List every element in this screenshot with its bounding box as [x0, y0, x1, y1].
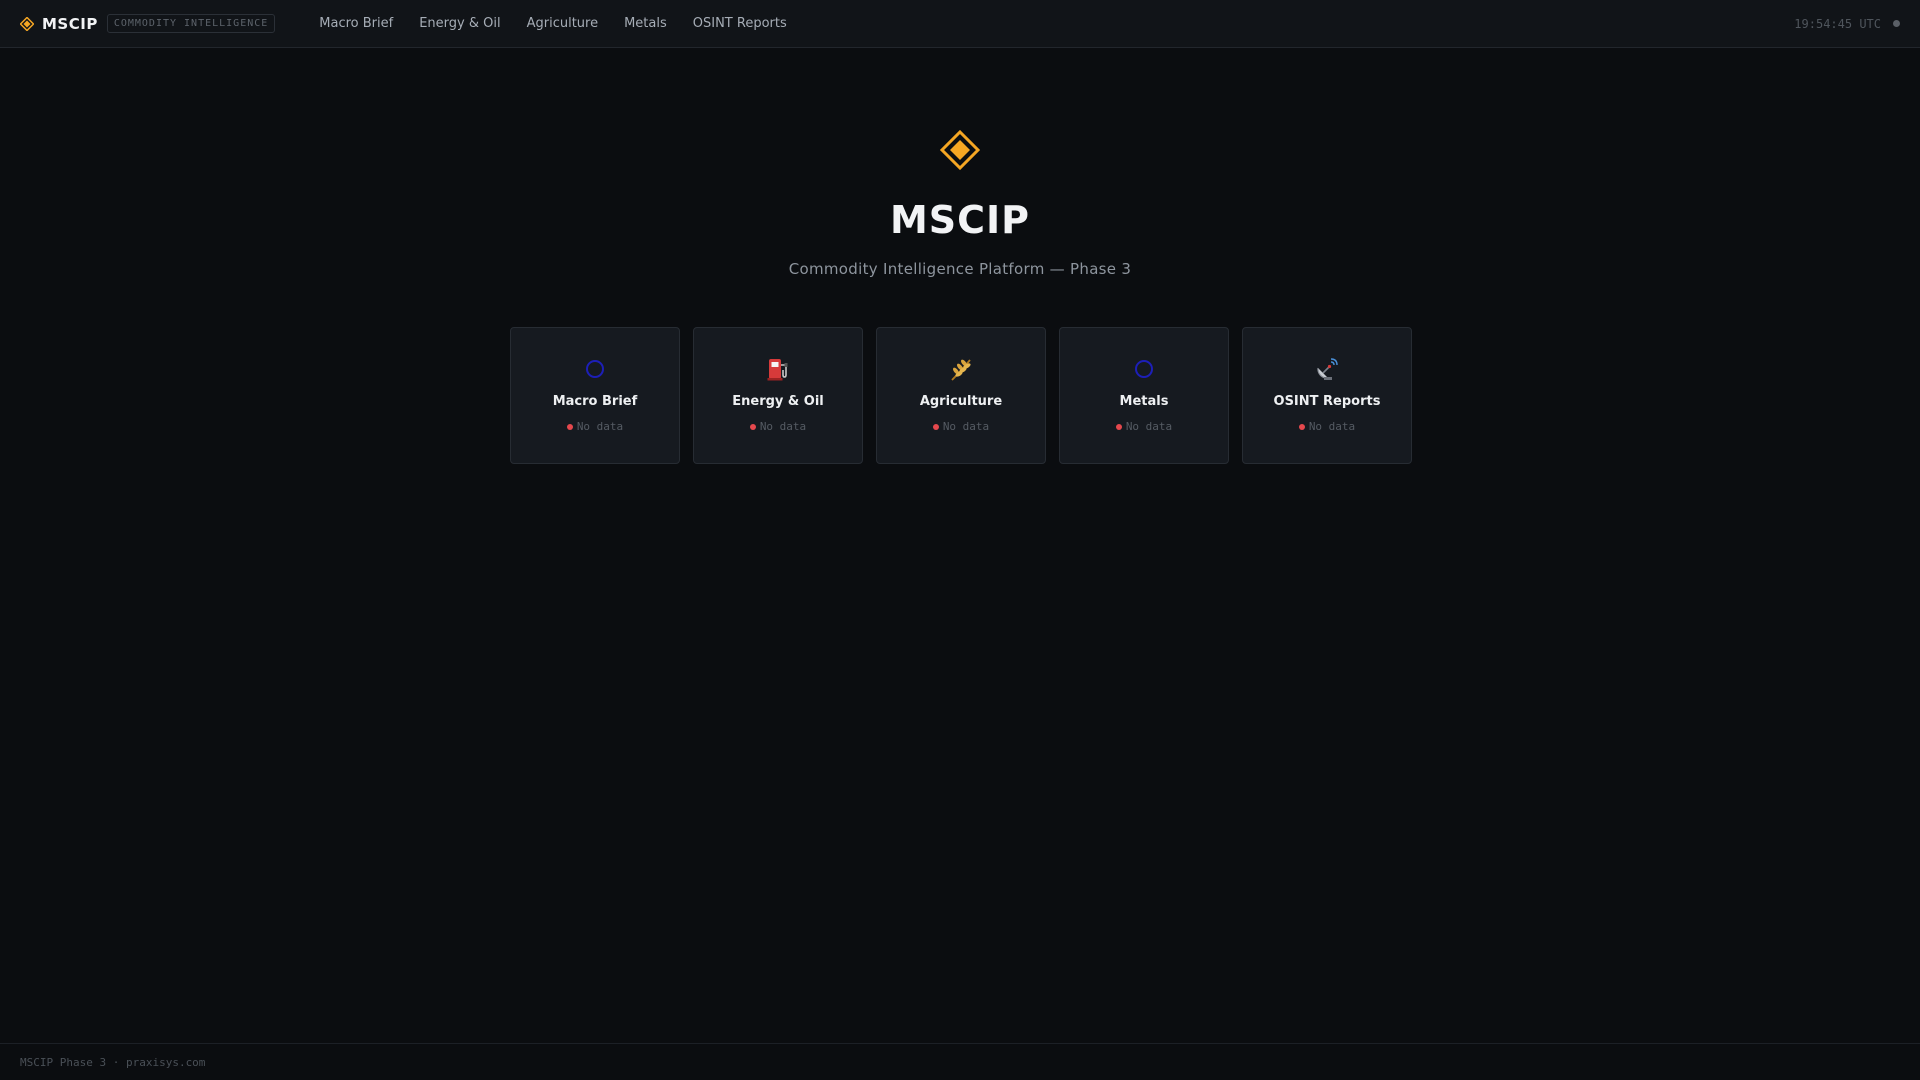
status-indicator: No data	[749, 420, 807, 433]
status-dot	[932, 423, 939, 430]
page-subtitle: Commodity Intelligence Platform — Phase …	[788, 260, 1132, 278]
status-text: No data	[1308, 420, 1356, 433]
status-text: No data	[759, 420, 807, 433]
header-status: 19:54:45 UTC	[1794, 17, 1900, 31]
hero: MSCIP Commodity Intelligence Platform — …	[0, 129, 1920, 278]
brand-name: MSCIP	[42, 14, 98, 33]
status-dot	[1298, 423, 1305, 430]
footer: MSCIP Phase 3 · praxisys.com	[0, 1043, 1920, 1080]
card-label: Macro Brief	[552, 394, 638, 409]
ring-icon	[581, 355, 609, 383]
diamond-logo-icon	[939, 129, 981, 171]
nav-metals[interactable]: Metals	[624, 16, 667, 31]
main-nav: Macro Brief Energy & Oil Agriculture Met…	[319, 16, 812, 31]
card-label: Energy & Oil	[732, 394, 824, 409]
card-label: Agriculture	[919, 394, 1003, 409]
status-indicator: No data	[932, 420, 990, 433]
status-indicator: No data	[1298, 420, 1356, 433]
nav-osint-reports[interactable]: OSINT Reports	[693, 16, 787, 31]
card-macro-brief[interactable]: Macro Brief No data	[510, 327, 680, 464]
wheat-icon	[947, 355, 975, 383]
status-dot	[1115, 423, 1122, 430]
card-energy-oil[interactable]: Energy & Oil No data	[693, 327, 863, 464]
brand-tagline: COMMODITY INTELLIGENCE	[106, 14, 276, 33]
module-cards: Macro Brief No data Energy & Oil No data	[510, 327, 1412, 464]
status-text: No data	[576, 420, 624, 433]
page-title: MSCIP	[889, 198, 1031, 242]
status-text: No data	[1125, 420, 1173, 433]
ring-icon	[1130, 355, 1158, 383]
status-indicator: No data	[1115, 420, 1173, 433]
nav-agriculture[interactable]: Agriculture	[527, 16, 599, 31]
brand[interactable]: MSCIP COMMODITY INTELLIGENCE	[20, 14, 276, 33]
satellite-dish-icon	[1313, 355, 1341, 383]
fuel-pump-icon	[764, 355, 792, 383]
utc-clock: 19:54:45 UTC	[1794, 16, 1881, 31]
card-label: OSINT Reports	[1273, 394, 1381, 409]
nav-energy-oil[interactable]: Energy & Oil	[419, 16, 500, 31]
card-agriculture[interactable]: Agriculture No data	[876, 327, 1046, 464]
footer-text: MSCIP Phase 3 · praxisys.com	[20, 1056, 206, 1069]
diamond-logo-icon	[20, 16, 34, 31]
card-osint-reports[interactable]: OSINT Reports No data	[1242, 327, 1412, 464]
top-navbar: MSCIP COMMODITY INTELLIGENCE Macro Brief…	[0, 0, 1920, 48]
status-dot	[566, 423, 573, 430]
status-indicator: No data	[566, 420, 624, 433]
nav-macro-brief[interactable]: Macro Brief	[319, 16, 393, 31]
status-dot	[749, 423, 756, 430]
card-metals[interactable]: Metals No data	[1059, 327, 1229, 464]
status-text: No data	[942, 420, 990, 433]
card-label: Metals	[1119, 394, 1169, 409]
connection-status-dot	[1893, 20, 1900, 27]
